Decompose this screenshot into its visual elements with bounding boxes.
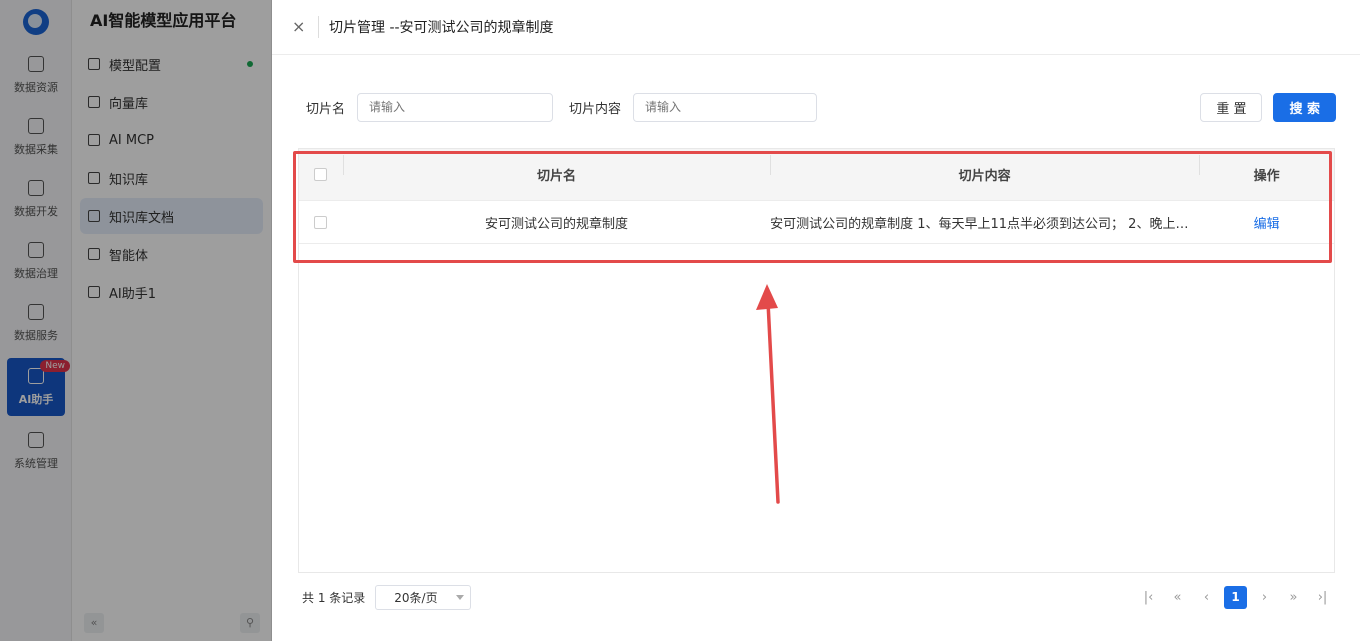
prev-group-icon[interactable]: «	[1166, 586, 1189, 609]
slice-content-label: 切片内容	[569, 101, 622, 117]
page-size-value: 20条/页	[394, 590, 438, 605]
slice-name-input[interactable]	[357, 92, 554, 122]
pagination: 共 1 条记录 20条/页 |‹ « ‹ 1 › » ›|	[302, 584, 1334, 610]
filter-buttons: 重 置 搜 索	[1200, 92, 1336, 122]
slice-table: 切片名 切片内容 操作 安可测试公司的规章制度 安可测试公司的规章制度 1、每天…	[298, 148, 1335, 573]
total-count: 共 1 条记录	[302, 590, 366, 605]
column-header-action: 操作	[1199, 155, 1334, 184]
select-all-checkbox[interactable]	[314, 168, 328, 181]
reset-button[interactable]: 重 置	[1200, 92, 1263, 122]
next-group-icon[interactable]: »	[1282, 586, 1305, 609]
column-header-name: 切片名	[342, 155, 770, 184]
slice-drawer: × 切片管理 --安可测试公司的规章制度 切片名 切片内容 重 置 搜 索 切片…	[272, 0, 1360, 641]
edit-link[interactable]: 编辑	[1254, 217, 1280, 232]
row-checkbox[interactable]	[314, 215, 328, 229]
header-divider	[318, 16, 319, 38]
header-checkbox-cell	[299, 168, 343, 181]
last-page-icon[interactable]: ›|	[1311, 586, 1334, 609]
search-button[interactable]: 搜 索	[1273, 92, 1336, 122]
close-icon[interactable]: ×	[292, 19, 306, 35]
page-number-current[interactable]: 1	[1224, 585, 1247, 609]
row-checkbox-cell	[299, 215, 343, 229]
drawer-title: 切片管理 --安可测试公司的规章制度	[329, 20, 554, 36]
table-header: 切片名 切片内容 操作	[299, 149, 1334, 201]
overlay-mask[interactable]	[0, 0, 272, 641]
page-nav: |‹ « ‹ 1 › » ›|	[1137, 585, 1334, 609]
next-page-icon[interactable]: ›	[1253, 586, 1276, 609]
row-name-cell: 安可测试公司的规章制度	[485, 216, 629, 232]
row-content-cell: 安可测试公司的规章制度 1、每天早上11点半必须到达公司； 2、晚上有...	[770, 216, 1200, 232]
drawer-header: × 切片管理 --安可测试公司的规章制度	[272, 0, 1360, 55]
first-page-icon[interactable]: |‹	[1137, 586, 1160, 609]
slice-name-label: 切片名	[306, 101, 346, 117]
filter-bar: 切片名 切片内容 重 置 搜 索	[306, 92, 1336, 122]
page-size-select[interactable]: 20条/页	[375, 584, 472, 610]
table-row: 安可测试公司的规章制度 安可测试公司的规章制度 1、每天早上11点半必须到达公司…	[299, 201, 1334, 244]
column-header-content: 切片内容	[770, 155, 1199, 184]
prev-page-icon[interactable]: ‹	[1195, 586, 1218, 609]
chevron-down-icon	[456, 594, 465, 600]
row-action-cell: 编辑	[1199, 213, 1334, 232]
slice-content-input[interactable]	[633, 92, 818, 122]
